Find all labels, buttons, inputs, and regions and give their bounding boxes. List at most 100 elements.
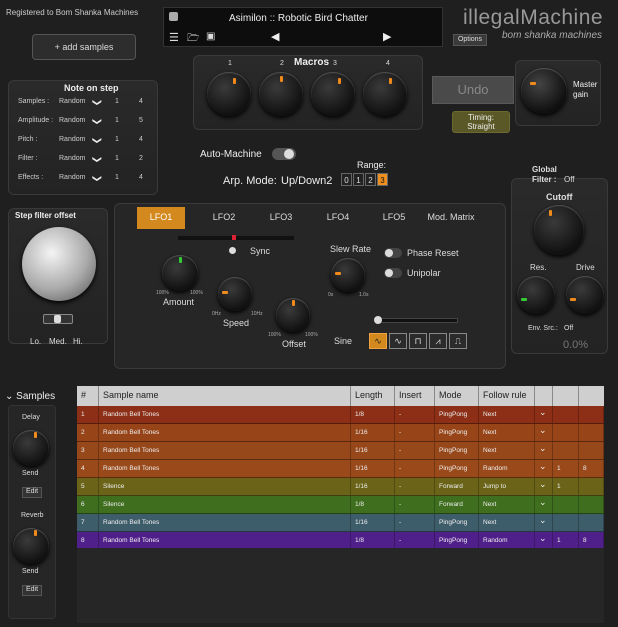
global-filter-state[interactable]: Off <box>564 175 575 184</box>
master-gain-knob[interactable] <box>521 68 567 114</box>
row-length[interactable]: 1/8 <box>351 496 395 513</box>
table-row[interactable]: 7 Random Bell Tones 1/16- PingPong Next ⌄ <box>77 514 604 532</box>
row-follow-a[interactable] <box>553 442 579 459</box>
table-row[interactable]: 3 Random Bell Tones 1/16- PingPong Next ⌄ <box>77 442 604 460</box>
row-mode[interactable]: Forward <box>435 496 479 513</box>
row-follow-rule[interactable]: Next <box>479 442 535 459</box>
chevron-down-icon[interactable]: ❯ <box>91 137 102 145</box>
row-mode[interactable]: PingPong <box>435 442 479 459</box>
macro-knob-3[interactable] <box>311 72 355 116</box>
row-sample-name[interactable]: Random Bell Tones <box>99 442 351 459</box>
row-follow-a[interactable] <box>553 424 579 441</box>
row-length[interactable]: 1/8 <box>351 532 395 549</box>
folder-icon[interactable]: 🗁 <box>187 31 199 48</box>
table-row[interactable]: 6 Silence 1/8- Forward Next ⌄ <box>77 496 604 514</box>
prev-preset-icon[interactable]: ◀ <box>271 30 279 43</box>
range-button[interactable]: 0 <box>341 173 352 186</box>
chevron-down-icon[interactable]: ⌄ <box>535 460 553 477</box>
table-row[interactable]: 1 Random Bell Tones 1/8- PingPong Next ⌄ <box>77 406 604 424</box>
row-follow-rule[interactable]: Next <box>479 496 535 513</box>
add-samples-button[interactable]: + add samples <box>32 34 136 60</box>
row-length[interactable]: 1/8 <box>351 406 395 423</box>
tab-mod-matrix[interactable]: Mod. Matrix <box>422 207 480 229</box>
row-sample-name[interactable]: Random Bell Tones <box>99 532 351 549</box>
row-mode[interactable]: PingPong <box>435 406 479 423</box>
tab-lfo1[interactable]: LFO1 <box>137 207 185 229</box>
timing-button[interactable]: Timing: Straight <box>452 111 510 133</box>
note-step-row-mode[interactable]: Random <box>59 155 85 162</box>
wave-slider-thumb[interactable] <box>374 316 382 324</box>
note-step-row-mode[interactable]: Random <box>59 136 85 143</box>
range-button[interactable]: 2 <box>365 173 376 186</box>
row-sample-name[interactable]: Random Bell Tones <box>99 514 351 531</box>
row-follow-rule[interactable]: Random <box>479 532 535 549</box>
note-step-row-mode[interactable]: Random <box>59 174 85 181</box>
row-length[interactable]: 1/16 <box>351 514 395 531</box>
offset-knob[interactable] <box>276 298 310 332</box>
chevron-down-icon[interactable]: ⌄ <box>535 532 553 549</box>
samples-panel-title[interactable]: ⌄ Samples <box>5 391 55 402</box>
macro-knob-1[interactable] <box>207 72 251 116</box>
note-step-row-mode[interactable]: Random <box>59 117 85 124</box>
tab-lfo2[interactable]: LFO2 <box>200 207 248 229</box>
row-mode[interactable]: PingPong <box>435 532 479 549</box>
speed-knob[interactable] <box>218 277 252 311</box>
row-mode[interactable]: PingPong <box>435 424 479 441</box>
note-step-row-max[interactable]: 4 <box>139 136 143 143</box>
table-row[interactable]: 5 Silence 1/16- Forward Jump to ⌄ 1 <box>77 478 604 496</box>
chevron-down-icon[interactable]: ❯ <box>91 118 102 126</box>
note-step-row-min[interactable]: 1 <box>115 117 119 124</box>
row-follow-a[interactable] <box>553 496 579 513</box>
wave-triangle-icon[interactable]: ∿ <box>389 333 407 349</box>
delay-knob[interactable] <box>13 430 49 466</box>
row-insert[interactable]: - <box>395 460 435 477</box>
macro-knob-4[interactable] <box>363 72 407 116</box>
row-follow-b[interactable]: 8 <box>579 460 604 477</box>
res-knob[interactable] <box>517 276 555 314</box>
row-length[interactable]: 1/16 <box>351 424 395 441</box>
chevron-down-icon[interactable]: ⌄ <box>535 442 553 459</box>
row-insert[interactable]: - <box>395 478 435 495</box>
row-insert[interactable]: - <box>395 442 435 459</box>
row-sample-name[interactable]: Silence <box>99 478 351 495</box>
arp-mode-value[interactable]: Up/Down2 <box>281 175 332 187</box>
tab-lfo4[interactable]: LFO4 <box>314 207 362 229</box>
row-follow-b[interactable] <box>579 424 604 441</box>
chevron-down-icon[interactable]: ⌄ <box>535 514 553 531</box>
chevron-down-icon[interactable]: ❯ <box>91 175 102 183</box>
reverb-knob[interactable] <box>13 528 49 564</box>
range-button[interactable]: 3 <box>377 173 388 186</box>
chevron-down-icon[interactable]: ⌄ <box>535 478 553 495</box>
menu-icon[interactable]: ☰ <box>169 31 179 44</box>
row-follow-a[interactable]: 1 <box>553 460 579 477</box>
delay-edit-button[interactable]: Edit <box>22 487 42 498</box>
note-step-row-min[interactable]: 1 <box>115 136 119 143</box>
wave-saw-icon[interactable]: ⩘ <box>429 333 447 349</box>
save-icon[interactable]: ▣ <box>206 31 215 42</box>
row-follow-rule[interactable]: Jump to <box>479 478 535 495</box>
undo-button[interactable]: Undo <box>432 76 514 104</box>
row-length[interactable]: 1/16 <box>351 460 395 477</box>
row-follow-b[interactable] <box>579 478 604 495</box>
note-step-row-min[interactable]: 1 <box>115 174 119 181</box>
chevron-down-icon[interactable]: ⌄ <box>535 496 553 513</box>
row-insert[interactable]: - <box>395 424 435 441</box>
amount-knob[interactable] <box>162 255 198 291</box>
phase-reset-toggle[interactable] <box>384 248 402 258</box>
next-preset-icon[interactable]: ▶ <box>383 30 391 43</box>
row-follow-a[interactable] <box>553 514 579 531</box>
wave-sine-icon[interactable]: ∿ <box>369 333 387 349</box>
tab-lfo5[interactable]: LFO5 <box>370 207 418 229</box>
row-follow-rule[interactable]: Next <box>479 406 535 423</box>
row-follow-rule[interactable]: Next <box>479 514 535 531</box>
row-length[interactable]: 1/16 <box>351 442 395 459</box>
options-button[interactable]: Options <box>453 34 487 46</box>
slew-rate-knob[interactable] <box>331 258 365 292</box>
chevron-down-icon[interactable]: ❯ <box>91 156 102 164</box>
wave-random-icon[interactable]: ⎍ <box>449 333 467 349</box>
note-step-row-max[interactable]: 5 <box>139 117 143 124</box>
chevron-down-icon[interactable]: ⌄ <box>535 406 553 423</box>
row-follow-b[interactable] <box>579 442 604 459</box>
note-step-row-mode[interactable]: Random <box>59 98 85 105</box>
row-follow-rule[interactable]: Random <box>479 460 535 477</box>
